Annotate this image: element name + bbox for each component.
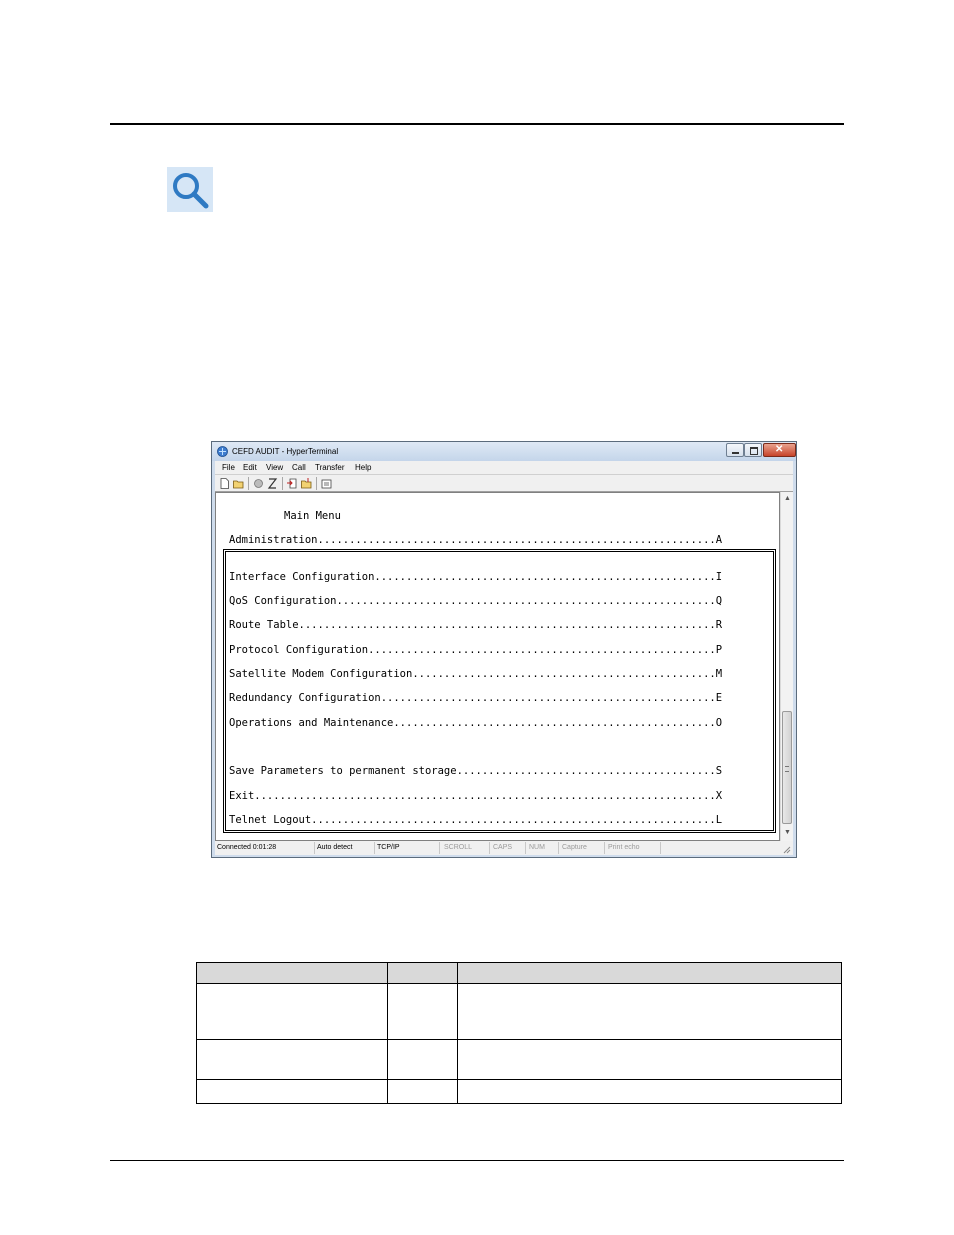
menu-line-qos-configuration: QoS Configuration.......................… bbox=[229, 595, 723, 607]
minimize-button[interactable] bbox=[726, 443, 744, 457]
footer-rule bbox=[110, 1160, 844, 1161]
resize-grip-icon[interactable] bbox=[781, 844, 791, 854]
main-menu-heading: Main Menu bbox=[284, 510, 341, 522]
menu-file[interactable]: File bbox=[222, 463, 235, 472]
window-title: CEFD AUDIT - HyperTerminal bbox=[232, 447, 339, 456]
table-cell bbox=[457, 983, 842, 1040]
menu-help[interactable]: Help bbox=[355, 463, 371, 472]
status-print-echo: Print echo bbox=[606, 842, 661, 854]
header-rule bbox=[110, 123, 844, 125]
menu-line-telnet-logout: Telnet Logout...........................… bbox=[229, 814, 723, 826]
properties-icon[interactable] bbox=[321, 478, 332, 489]
menu-line-interface-configuration: Interface Configuration.................… bbox=[229, 571, 723, 583]
maximize-icon bbox=[750, 447, 758, 455]
toolbar bbox=[215, 475, 793, 492]
toolbar-separator bbox=[282, 477, 283, 490]
connect-icon[interactable] bbox=[267, 478, 278, 489]
vertical-scrollbar[interactable]: ▲ ▼ bbox=[780, 492, 793, 841]
menu-line-protocol-configuration: Protocol Configuration..................… bbox=[229, 644, 723, 656]
magnifier-note-icon bbox=[167, 167, 213, 212]
menu-edit[interactable]: Edit bbox=[243, 463, 257, 472]
status-auto-detect: Auto detect bbox=[315, 842, 375, 854]
table-row bbox=[196, 1079, 842, 1104]
table-cell bbox=[387, 983, 458, 1040]
disconnect-icon[interactable] bbox=[253, 478, 264, 489]
minimize-icon bbox=[732, 452, 739, 454]
menu-line-satellite-modem-configuration: Satellite Modem Configuration...........… bbox=[229, 668, 723, 680]
close-button[interactable]: ✕ bbox=[763, 443, 796, 457]
status-caps: CAPS bbox=[491, 842, 526, 854]
menu-line-exit: Exit....................................… bbox=[229, 790, 723, 802]
status-bar: Connected 0:01:28 Auto detect TCP/IP SCR… bbox=[215, 841, 793, 855]
menu-transfer[interactable]: Transfer bbox=[315, 463, 345, 472]
scroll-down-icon[interactable]: ▼ bbox=[784, 829, 791, 836]
menu-description-table bbox=[196, 962, 842, 1104]
grip-icon bbox=[785, 766, 789, 772]
hyperterminal-window: CEFD AUDIT - HyperTerminal ✕ File Edit V… bbox=[211, 441, 797, 858]
table-cell bbox=[387, 1039, 458, 1080]
menu-line-operations-and-maintenance: Operations and Maintenance..............… bbox=[229, 717, 723, 729]
table-row bbox=[196, 1039, 842, 1080]
menu-bar: File Edit View Call Transfer Help bbox=[215, 461, 793, 475]
new-icon[interactable] bbox=[219, 478, 230, 489]
open-icon[interactable] bbox=[233, 478, 244, 489]
maximize-button[interactable] bbox=[744, 443, 762, 457]
status-connected: Connected 0:01:28 bbox=[215, 842, 315, 854]
menu-call[interactable]: Call bbox=[292, 463, 306, 472]
send-icon[interactable] bbox=[287, 478, 298, 489]
table-header-cell bbox=[387, 962, 458, 984]
menu-line-administration: Administration..........................… bbox=[229, 534, 723, 546]
table-cell bbox=[196, 1079, 388, 1104]
table-row bbox=[196, 983, 842, 1040]
toolbar-separator bbox=[248, 477, 249, 490]
terminal-screen[interactable]: Main Menu Administration................… bbox=[215, 492, 780, 841]
title-bar[interactable]: CEFD AUDIT - HyperTerminal ✕ bbox=[212, 442, 796, 461]
scroll-thumb[interactable] bbox=[782, 711, 792, 824]
menu-line-save-parameters: Save Parameters to permanent storage....… bbox=[229, 765, 723, 777]
table-cell bbox=[196, 983, 388, 1040]
menu-line-route-table: Route Table.............................… bbox=[229, 619, 723, 631]
close-icon: ✕ bbox=[775, 444, 784, 455]
table-header-cell bbox=[196, 962, 388, 984]
hyperterminal-app-icon bbox=[217, 446, 228, 457]
status-num: NUM bbox=[527, 842, 559, 854]
status-protocol: TCP/IP bbox=[375, 842, 440, 854]
menu-view[interactable]: View bbox=[266, 463, 283, 472]
table-cell bbox=[196, 1039, 388, 1080]
table-cell bbox=[387, 1079, 458, 1104]
receive-icon[interactable] bbox=[301, 478, 312, 489]
scroll-up-icon[interactable]: ▲ bbox=[784, 495, 791, 502]
table-cell bbox=[457, 1079, 842, 1104]
status-scroll: SCROLL bbox=[442, 842, 490, 854]
table-header-cell bbox=[457, 962, 842, 984]
status-capture: Capture bbox=[560, 842, 605, 854]
toolbar-separator bbox=[316, 477, 317, 490]
menu-line-redundancy-configuration: Redundancy Configuration................… bbox=[229, 692, 723, 704]
table-header-row bbox=[196, 962, 842, 984]
menu-frame bbox=[223, 549, 776, 833]
table-cell bbox=[457, 1039, 842, 1080]
